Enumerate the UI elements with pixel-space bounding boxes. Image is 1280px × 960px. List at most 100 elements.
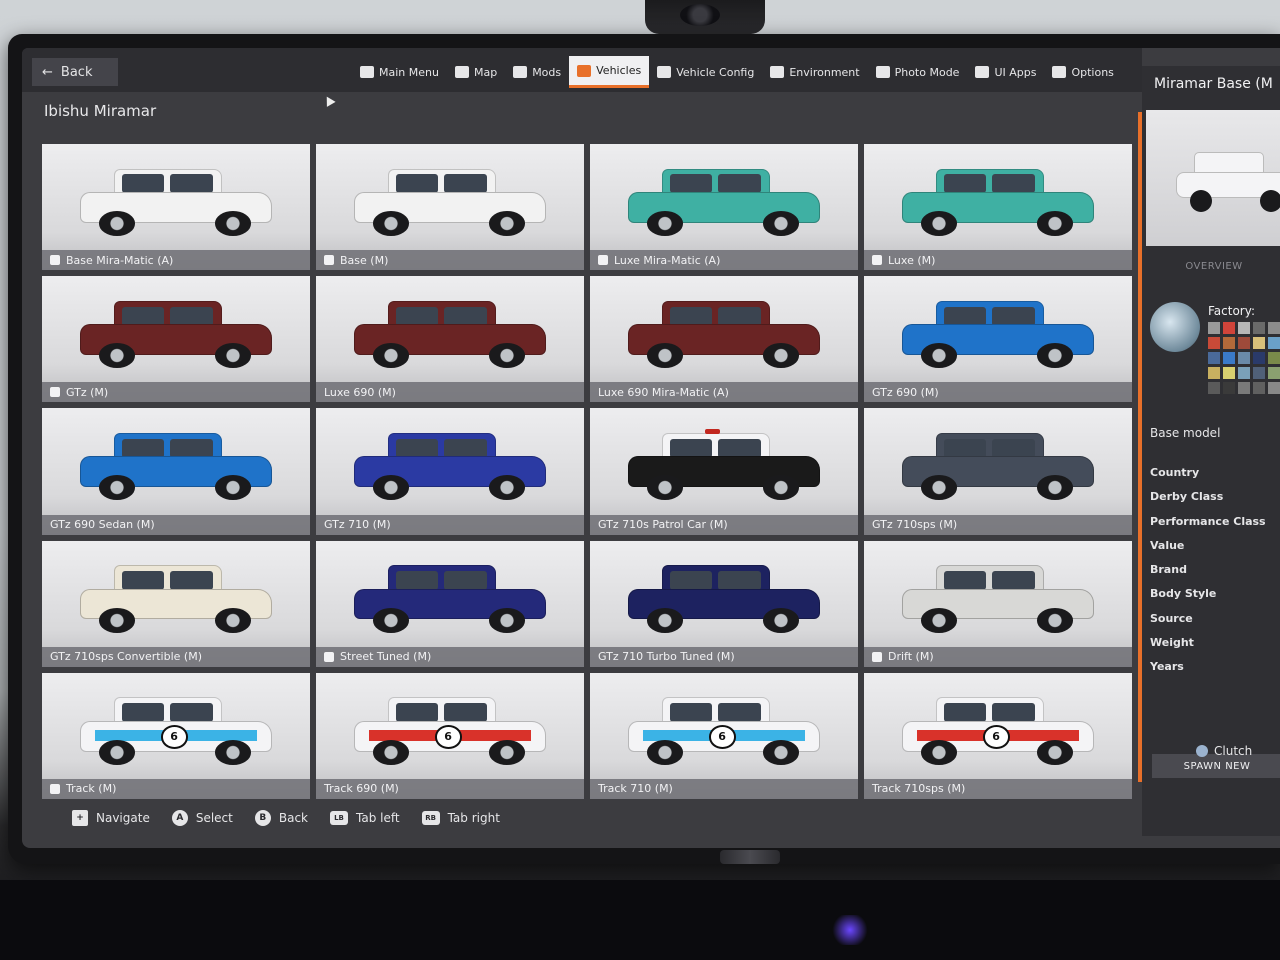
mod-puzzle-icon — [598, 255, 608, 266]
tab-label: Main Menu — [379, 65, 439, 79]
race-number: 6 — [708, 725, 736, 749]
paint-swatch[interactable] — [1238, 382, 1250, 394]
vehicle-tile[interactable]: Luxe 690 Mira-Matic (A) — [590, 276, 858, 403]
vehicle-tile[interactable]: Base (M) — [316, 144, 584, 271]
vehicle-tile[interactable]: GTz 710 (M) — [316, 408, 584, 535]
paint-swatch[interactable] — [1223, 382, 1235, 394]
vehicle-tile[interactable]: GTz (M) — [42, 276, 310, 403]
vehicle-label-bar: Track (M) — [42, 778, 310, 799]
ui-apps-icon — [975, 66, 990, 78]
tab-mods[interactable]: Mods — [505, 56, 569, 88]
vehicle-label-bar: Base Mira-Matic (A) — [42, 250, 310, 271]
tab-label: Photo Mode — [894, 65, 960, 79]
vehicle-label-bar: Street Tuned (M) — [316, 646, 584, 667]
tab-overview[interactable]: OVERVIEW — [1146, 254, 1280, 278]
attribute-label: Country — [1150, 466, 1200, 479]
paint-swatch[interactable] — [1238, 367, 1250, 379]
tab-vehicle-config[interactable]: Vehicle Config — [649, 56, 762, 88]
attribute-label: Years — [1150, 660, 1184, 674]
vehicle-tile[interactable]: GTz 710 Turbo Tuned (M) — [590, 540, 858, 667]
controller-button-icon: + — [72, 810, 88, 826]
paint-swatch[interactable] — [1253, 367, 1265, 379]
controller-button-icon: A — [171, 810, 188, 826]
paint-swatch[interactable] — [1253, 322, 1265, 334]
clutch-indicator: Clutch — [1196, 744, 1252, 758]
back-label: Back — [60, 64, 93, 80]
vehicle-thumbnail — [353, 429, 547, 502]
vehicle-tile[interactable]: 6 Track 690 (M) — [316, 672, 584, 799]
vehicle-tile[interactable]: GTz 690 (M) — [864, 276, 1132, 403]
paint-swatch[interactable] — [1253, 352, 1265, 364]
paint-swatch[interactable] — [1238, 352, 1250, 364]
vehicle-tile[interactable]: 6 Track 710sps (M) — [864, 672, 1132, 799]
top-nav-bar: ← Back Main Menu Map Mods Vehicles Vehicle C… — [22, 48, 1142, 92]
vehicle-icon — [577, 64, 592, 77]
tab-main-menu[interactable]: Main Menu — [352, 56, 447, 88]
vehicle-tile[interactable]: GTz 710sps (M) — [864, 408, 1132, 535]
paint-swatch[interactable] — [1238, 322, 1250, 334]
vehicle-tile[interactable]: Base Mira-Matic (A) — [42, 144, 310, 271]
controller-button-icon: LB — [330, 811, 348, 825]
vehicle-tile[interactable]: Luxe (M) — [864, 144, 1132, 271]
paint-swatch[interactable] — [1208, 382, 1220, 394]
paint-swatch[interactable] — [1208, 352, 1220, 364]
tab-label: Options — [1071, 65, 1114, 79]
paint-swatch[interactable] — [1268, 367, 1280, 379]
paint-swatch[interactable] — [1208, 322, 1220, 334]
paint-swatch[interactable] — [1208, 367, 1220, 379]
vehicle-tile[interactable]: GTz 710s Patrol Car (M) — [590, 408, 858, 535]
vehicle-tile[interactable]: GTz 710sps Convertible (M) — [42, 540, 310, 667]
vehicle-thumbnail — [79, 164, 273, 237]
vehicle-name: Track 690 (M) — [324, 782, 399, 796]
tab-ui-apps[interactable]: UI Apps — [967, 56, 1044, 88]
main-menu-icon — [360, 66, 374, 78]
vehicle-thumbnail: 6 — [79, 693, 273, 766]
vehicle-name: Base (M) — [340, 253, 389, 267]
attribute-label: Body Style — [1150, 587, 1217, 601]
vehicle-tile[interactable]: Drift (M) — [864, 540, 1132, 667]
paint-preview-thumb[interactable] — [1150, 302, 1200, 352]
map-icon — [454, 66, 469, 78]
paint-swatch[interactable] — [1268, 382, 1280, 394]
mod-puzzle-icon — [324, 255, 334, 266]
paint-swatch[interactable] — [1223, 337, 1235, 349]
paint-swatch[interactable] — [1253, 337, 1265, 349]
paint-swatch[interactable] — [1208, 337, 1220, 349]
factory-paint-label: Factory: — [1208, 304, 1256, 318]
vehicle-tile[interactable]: Luxe Mira-Matic (A) — [590, 144, 858, 271]
vehicle-tile[interactable]: Luxe 690 (M) — [316, 276, 584, 403]
paint-swatch[interactable] — [1268, 337, 1280, 349]
vehicle-name: GTz 710 (M) — [324, 518, 391, 532]
vehicle-name: Track 710 (M) — [598, 782, 673, 796]
tab-photo-mode[interactable]: Photo Mode — [868, 56, 968, 88]
vehicle-name: Track 710sps (M) — [872, 782, 966, 796]
paint-swatch[interactable] — [1223, 367, 1235, 379]
tab-label: UI Apps — [994, 65, 1037, 79]
paint-swatch[interactable] — [1253, 382, 1265, 394]
vehicle-tile[interactable]: Street Tuned (M) — [316, 540, 584, 667]
tab-environment[interactable]: Environment — [762, 56, 867, 88]
hint-select: A Select — [171, 810, 233, 826]
tab-vehicles[interactable]: Vehicles — [569, 56, 650, 88]
paint-swatch[interactable] — [1268, 322, 1280, 334]
vehicle-label-bar: GTz 690 Sedan (M) — [42, 514, 310, 535]
paint-swatch[interactable] — [1223, 352, 1235, 364]
webcam-lens — [680, 4, 720, 26]
back-button[interactable]: ← Back — [32, 58, 118, 86]
mod-puzzle-icon — [872, 255, 882, 266]
tab-map[interactable]: Map — [447, 56, 505, 88]
vehicle-label-bar: GTz 710sps (M) — [864, 514, 1132, 535]
vehicle-label-bar: GTz 690 (M) — [864, 382, 1132, 403]
vehicle-name: GTz 710sps Convertible (M) — [50, 650, 202, 664]
tab-options[interactable]: Options — [1044, 56, 1121, 88]
vehicle-name: GTz 710sps (M) — [872, 518, 958, 532]
vehicle-tile[interactable]: 6 Track (M) — [42, 672, 310, 799]
paint-swatch[interactable] — [1268, 352, 1280, 364]
vehicle-thumbnail — [627, 164, 821, 237]
paint-swatch[interactable] — [1238, 337, 1250, 349]
paint-swatch[interactable] — [1223, 322, 1235, 334]
vehicle-tile[interactable]: GTz 690 Sedan (M) — [42, 408, 310, 535]
hint-navigate: + Navigate — [72, 810, 150, 826]
vehicle-tile[interactable]: 6 Track 710 (M) — [590, 672, 858, 799]
mod-puzzle-icon — [50, 387, 60, 398]
